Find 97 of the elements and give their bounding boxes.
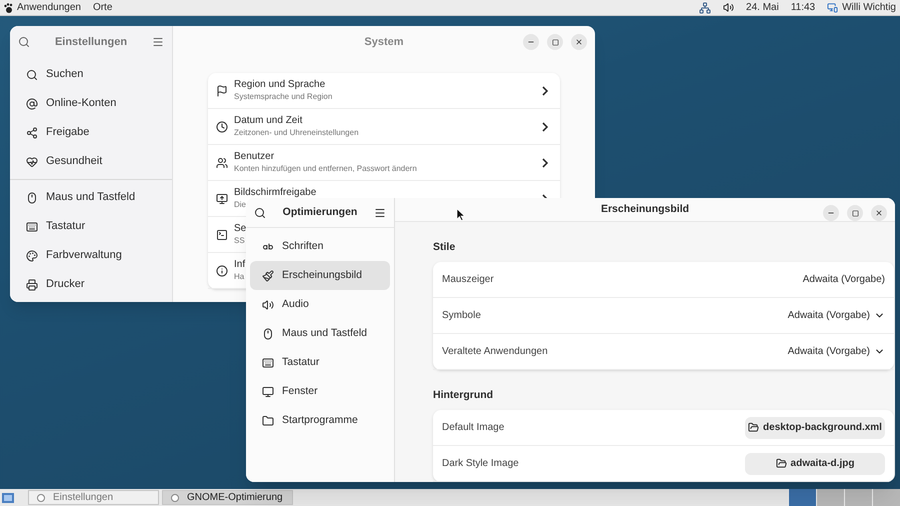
- menu-icon: [374, 206, 386, 218]
- workspace-thumbnail[interactable]: [788, 489, 816, 506]
- row-subtitle: Ha: [234, 272, 244, 282]
- sidebar-item[interactable]: Drucker: [10, 270, 172, 299]
- row-title[interactable]: Se: [234, 223, 246, 236]
- dropdown[interactable]: Adwaita (Vorgabe): [788, 344, 885, 359]
- row-title[interactable]: Benutzer: [234, 151, 274, 164]
- sidebar-item[interactable]: Farbverwaltung: [10, 241, 172, 270]
- maximize-button[interactable]: [847, 205, 863, 221]
- row-title[interactable]: Inf: [234, 259, 246, 272]
- settings-row[interactable]: Default Image desktop-background.xml: [433, 410, 894, 446]
- dropdown[interactable]: Adwaita (Vorgabe): [788, 308, 885, 323]
- row-subtitle: Zeitzonen- und Uhreneinstellungen: [234, 128, 359, 138]
- sidebar-item[interactable]: Tastatur: [250, 348, 390, 377]
- places-menu[interactable]: Orte: [92, 0, 112, 15]
- folder-icon: [748, 422, 760, 433]
- maximize-icon: [552, 38, 558, 46]
- close-icon: [575, 38, 583, 46]
- desktop-icon: [2, 492, 14, 503]
- foot-icon: [4, 2, 13, 12]
- applications-menu[interactable]: Anwendungen: [17, 0, 81, 15]
- info-icon: [216, 264, 228, 276]
- workspace-thumbnail[interactable]: [872, 489, 900, 506]
- sidebar-title: Einstellungen: [54, 34, 128, 50]
- file-chooser-button[interactable]: desktop-background.xml: [745, 416, 885, 438]
- row-subtitle: Konten hinzufügen und entfernen, Passwort ändern: [234, 164, 417, 174]
- menu-icon: [152, 36, 164, 48]
- folder-icon: [776, 458, 787, 469]
- letters-icon: [262, 240, 274, 252]
- palette-icon: [26, 250, 38, 262]
- sidebar-item[interactable]: Gesundheit: [10, 147, 172, 176]
- clock-icon: [216, 120, 228, 132]
- sidebar-item[interactable]: Maus und Tastfeld: [250, 319, 390, 348]
- monitor-icon: [262, 386, 274, 398]
- monitor-icon: [827, 2, 838, 13]
- users-icon: [216, 156, 228, 168]
- sidebar-item[interactable]: Schriften: [250, 232, 390, 261]
- settings-row[interactable]: Symbole Adwaita (Vorgabe): [433, 298, 894, 334]
- chevron-right-icon: [542, 158, 548, 168]
- sidebar-item[interactable]: Startprogramme: [250, 406, 390, 435]
- section-heading: Hintergrund: [433, 388, 494, 402]
- row-subtitle: Systemsprache und Region: [234, 92, 332, 102]
- maximize-icon: [852, 210, 858, 216]
- speaker-icon: [723, 2, 734, 13]
- sidebar-item[interactable]: Audio: [250, 290, 390, 319]
- settings-row[interactable]: Veraltete Anwendungen Adwaita (Vorgabe): [433, 334, 894, 370]
- row-title[interactable]: Datum und Zeit: [234, 115, 302, 128]
- file-chooser-button[interactable]: adwaita-d.jpg: [745, 452, 885, 474]
- sidebar-item[interactable]: Fenster: [250, 377, 390, 406]
- window-title: System: [364, 34, 404, 50]
- keyboard-icon: [262, 356, 274, 368]
- window-title: Erscheinungsbild: [600, 202, 690, 217]
- printer-icon: [26, 278, 38, 290]
- maximize-button[interactable]: [547, 34, 563, 50]
- chevron-right-icon: [542, 86, 548, 96]
- row-subtitle: SS: [234, 236, 245, 246]
- sidebar-item[interactable]: Tastatur: [10, 212, 172, 241]
- sidebar-item[interactable]: Maus und Tastfeld: [10, 183, 172, 212]
- sidebar-title: Optimierungen: [282, 204, 358, 220]
- sidebar-item[interactable]: Freigabe: [10, 118, 172, 147]
- close-button[interactable]: [571, 34, 587, 50]
- heart-icon: [26, 156, 38, 168]
- settings-row[interactable]: Mauszeiger Adwaita (Vorgabe): [433, 262, 894, 298]
- taskbar-button[interactable]: Einstellungen: [28, 490, 159, 505]
- folder-icon: [262, 414, 274, 426]
- at-sign-icon: [26, 98, 38, 110]
- chevron-right-icon: [542, 122, 548, 132]
- taskbar-button[interactable]: GNOME-Optimierung: [162, 490, 293, 505]
- speaker-icon: [262, 298, 274, 310]
- mouse-icon: [26, 192, 38, 204]
- settings-row[interactable]: Dark Style Image adwaita-d.jpg: [433, 446, 894, 482]
- sidebar-item[interactable]: Online-Konten: [10, 89, 172, 118]
- terminal-icon: [216, 228, 228, 240]
- section-heading: Stile: [433, 240, 456, 254]
- workspace-thumbnail[interactable]: [844, 489, 872, 506]
- row-title[interactable]: Bildschirmfreigabe: [234, 187, 316, 200]
- monitor-icon: [216, 192, 228, 204]
- network-icon: [699, 2, 712, 14]
- row-title[interactable]: Region und Sprache: [234, 79, 326, 92]
- time-label[interactable]: 11:43: [790, 0, 816, 15]
- value-label: Adwaita (Vorgabe): [802, 273, 885, 287]
- search-icon: [254, 206, 266, 218]
- row-subtitle: Die: [234, 200, 246, 210]
- sidebar-item[interactable]: Erscheinungsbild: [250, 261, 390, 290]
- share-icon: [26, 126, 38, 138]
- keyboard-icon: [26, 220, 38, 232]
- user-menu[interactable]: Willi Wichtig: [842, 0, 896, 15]
- sidebar-item[interactable]: Suchen: [10, 60, 172, 89]
- search-icon: [26, 68, 38, 80]
- close-button[interactable]: [871, 205, 887, 221]
- mouse-icon: [262, 328, 274, 340]
- workspace-thumbnail[interactable]: [816, 489, 844, 506]
- search-icon: [18, 36, 30, 48]
- brush-icon: [262, 270, 274, 282]
- close-icon: [875, 209, 883, 217]
- flag-icon: [216, 84, 228, 96]
- date-label[interactable]: 24. Mai: [746, 0, 779, 15]
